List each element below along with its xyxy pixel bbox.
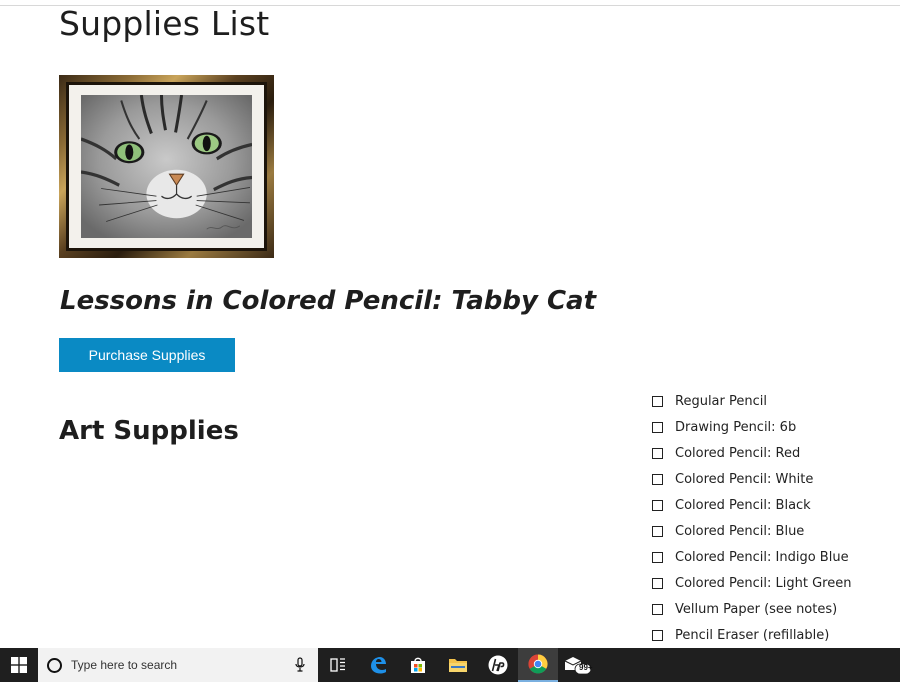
supply-item[interactable]: Colored Pencil: White	[652, 466, 892, 492]
supply-item[interactable]: Regular Pencil	[652, 388, 892, 414]
hp-icon[interactable]	[478, 648, 518, 682]
supply-item[interactable]: Colored Pencil: Black	[652, 492, 892, 518]
store-icon[interactable]	[398, 648, 438, 682]
purchase-supplies-button[interactable]: Purchase Supplies	[59, 338, 235, 372]
checkbox[interactable]	[652, 552, 663, 564]
task-view-icon[interactable]	[318, 648, 358, 682]
lesson-title: Lessons in Colored Pencil: Tabby Cat	[60, 286, 597, 316]
edge-icon[interactable]	[358, 648, 398, 682]
supply-item[interactable]: Colored Pencil: Light Green	[652, 571, 892, 597]
supply-label: Colored Pencil: Blue	[675, 524, 805, 540]
supply-label: Drawing Pencil: 6b	[675, 419, 797, 435]
checkbox[interactable]	[652, 499, 663, 511]
supply-label: Colored Pencil: Black	[675, 497, 811, 513]
supply-item[interactable]: Colored Pencil: Indigo Blue	[652, 545, 892, 571]
supply-label: Pencil Eraser (refillable)	[675, 628, 830, 644]
microphone-icon[interactable]	[290, 655, 310, 675]
supply-item[interactable]: Colored Pencil: Blue	[652, 518, 892, 544]
supply-checklist: Regular Pencil Drawing Pencil: 6b Colore…	[652, 388, 892, 649]
supply-item[interactable]: Colored Pencil: Red	[652, 440, 892, 466]
supply-label: Colored Pencil: White	[675, 471, 814, 487]
supply-label: Vellum Paper (see notes)	[675, 602, 838, 618]
windows-taskbar: Type here to search 99+	[0, 648, 900, 682]
checkbox[interactable]	[652, 630, 663, 642]
checkbox[interactable]	[652, 526, 663, 538]
page-title: Supplies List	[59, 4, 270, 43]
supply-label: Colored Pencil: Red	[675, 445, 801, 461]
checkbox[interactable]	[652, 395, 663, 407]
mail-badge: 99+	[579, 663, 593, 672]
taskbar-search-box[interactable]: Type here to search	[38, 648, 318, 682]
windows-start-icon[interactable]	[0, 648, 38, 682]
checkbox[interactable]	[652, 473, 663, 485]
supply-label: Colored Pencil: Indigo Blue	[675, 550, 849, 566]
tabby-cat-artwork	[59, 75, 274, 258]
checkbox[interactable]	[652, 604, 663, 616]
supply-item[interactable]: Vellum Paper (see notes)	[652, 597, 892, 623]
supply-label: Regular Pencil	[675, 393, 767, 409]
chrome-icon[interactable]	[518, 648, 558, 682]
file-explorer-icon[interactable]	[438, 648, 478, 682]
section-title: Art Supplies	[59, 416, 239, 446]
supply-label: Colored Pencil: Light Green	[675, 576, 852, 592]
search-placeholder: Type here to search	[71, 658, 178, 672]
cortana-search-icon	[47, 657, 62, 673]
checkbox[interactable]	[652, 447, 663, 459]
supply-item[interactable]: Pencil Eraser (refillable)	[652, 623, 892, 649]
checkbox[interactable]	[652, 421, 663, 433]
checkbox[interactable]	[652, 578, 663, 590]
supply-item[interactable]: Drawing Pencil: 6b	[652, 414, 892, 440]
